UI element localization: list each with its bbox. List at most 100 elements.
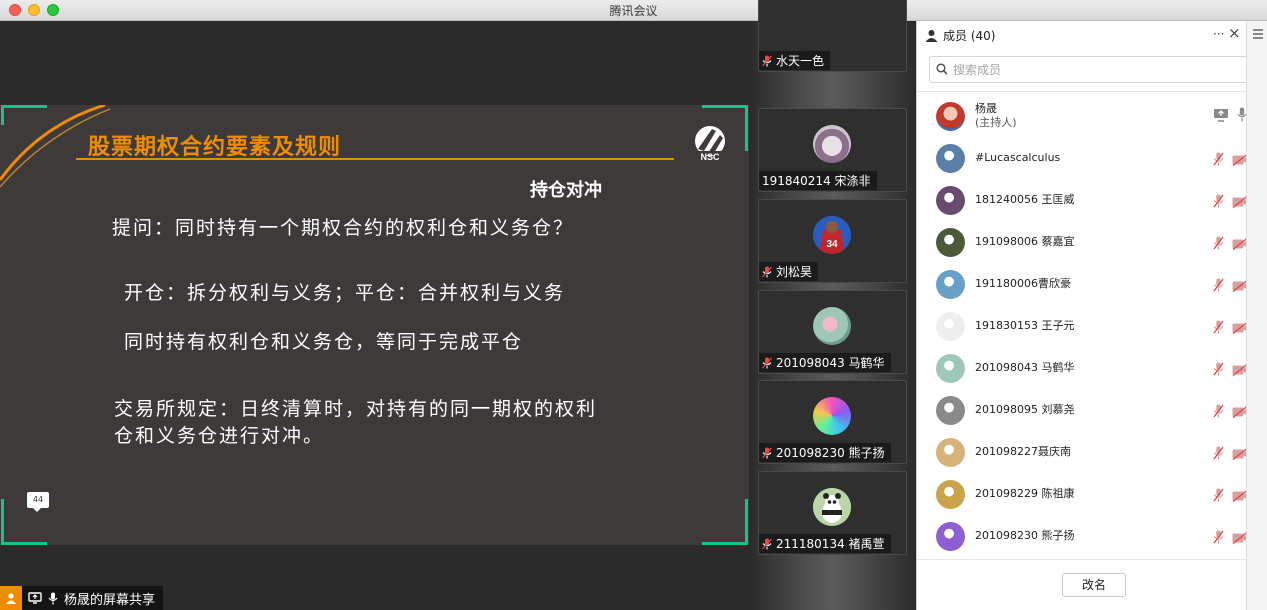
mic-muted-icon[interactable] <box>1213 487 1224 506</box>
slide-page-badge[interactable]: 44 <box>27 492 49 512</box>
mic-muted-icon[interactable] <box>1213 319 1224 338</box>
mic-muted-icon <box>762 55 772 67</box>
member-row[interactable]: 191098006 蔡嘉宜 <box>917 221 1249 263</box>
member-avatar <box>936 479 965 509</box>
member-row[interactable]: 191180006曹欣豪 <box>917 263 1249 305</box>
mic-muted-icon <box>762 357 772 369</box>
video-tile[interactable]: 34 刘松昊 <box>758 199 907 283</box>
more-options-button[interactable]: ··· <box>1213 27 1224 41</box>
screen-share-icon <box>28 592 42 604</box>
video-tile-label: 刘松昊 <box>759 262 819 281</box>
member-name: 191098006 蔡嘉宜 <box>975 235 1075 248</box>
member-list: 杨晟 (主持人) #Lucascalculus 181240056 王匡威 1910… <box>917 95 1249 557</box>
member-name: 杨晟 <box>975 102 997 115</box>
members-panel-footer: 改名 <box>917 559 1247 610</box>
mic-muted-icon <box>762 447 772 459</box>
member-name: 201098095 刘慕尧 <box>975 403 1075 416</box>
video-strip[interactable]: 水天一色 191840214 宋涤非 34 刘松昊 201098043 马鹤华 … <box>749 0 916 610</box>
video-tile[interactable]: 211180134 褚禹萱 <box>758 471 907 555</box>
mic-muted-icon[interactable] <box>1213 193 1224 212</box>
members-panel: 成员 (40) ··· × 杨晟 (主持人) #Lucascalculus 181… <box>916 21 1259 610</box>
slide-line-open-close: 开仓：拆分权利与义务；平仓：合并权利与义务 <box>124 282 566 304</box>
member-name: 201098227聂庆南 <box>975 445 1071 458</box>
screen-share-icon[interactable] <box>1213 107 1229 126</box>
video-tile-label: 201098043 马鹤华 <box>759 353 891 372</box>
mic-muted-icon[interactable] <box>1213 529 1224 548</box>
member-row[interactable]: 201098230 熊子扬 <box>917 515 1249 557</box>
person-icon <box>0 586 22 610</box>
member-avatar <box>936 521 965 551</box>
member-row[interactable]: 杨晟 (主持人) <box>917 95 1247 137</box>
video-tile[interactable]: 201098230 熊子扬 <box>758 380 907 464</box>
video-tile[interactable]: 水天一色 <box>758 0 907 72</box>
member-row[interactable]: 191830153 王子元 <box>917 305 1249 347</box>
member-row[interactable]: 201098043 马鹤华 <box>917 347 1249 389</box>
member-name: #Lucascalculus <box>975 151 1061 164</box>
side-toolbar <box>1246 21 1267 610</box>
video-tile-label: 191840214 宋涤非 <box>759 171 877 190</box>
member-avatar <box>936 269 965 299</box>
member-avatar <box>936 185 965 215</box>
video-tile-label: 水天一色 <box>759 51 831 70</box>
slide-title: 股票期权合约要素及规则 <box>88 135 342 160</box>
frame-corner-bottom-right <box>702 499 748 545</box>
member-name: 191180006曹欣豪 <box>975 277 1071 290</box>
video-tile-label: 211180134 褚禹萱 <box>759 534 891 553</box>
video-tile-name: 刘松昊 <box>776 265 813 279</box>
video-tile[interactable]: 201098043 马鹤华 <box>758 290 907 374</box>
mic-muted-icon <box>762 538 772 550</box>
mic-muted-icon[interactable] <box>1213 403 1224 422</box>
member-name: 201098229 陈祖康 <box>975 487 1075 500</box>
screen-share-label: 杨晟的屏幕共享 <box>0 586 164 610</box>
video-tile-name: 201098043 马鹤华 <box>776 356 885 370</box>
video-tile[interactable]: 191840214 宋涤非 <box>758 108 907 192</box>
members-panel-title: 成员 (40) <box>943 28 996 43</box>
video-tile-avatar: 34 <box>813 216 851 254</box>
slide-line-equivalent: 同时持有权利仓和义务仓，等同于完成平仓 <box>124 331 524 353</box>
video-tile-avatar <box>813 488 851 526</box>
member-row[interactable]: 181240056 王匡威 <box>917 179 1249 221</box>
svg-text:34: 34 <box>826 239 838 250</box>
member-name: 191830153 王子元 <box>975 319 1075 332</box>
video-tile-name: 191840214 宋涤非 <box>762 174 871 188</box>
slide-subtitle: 持仓对冲 <box>530 180 602 201</box>
video-tile-avatar <box>813 125 851 163</box>
member-search-box[interactable] <box>929 56 1259 83</box>
members-panel-header: 成员 (40) <box>917 21 1247 49</box>
screen-share-area: 股票期权合约要素及规则 NSC 持仓对冲 提问：同时持有一个期权合约的权利仓和义… <box>0 21 749 610</box>
frame-corner-top-left <box>1 105 47 125</box>
member-avatar <box>936 227 965 257</box>
rename-button[interactable]: 改名 <box>1062 573 1126 597</box>
mic-muted-icon[interactable] <box>1213 445 1224 464</box>
video-tile-name: 水天一色 <box>776 54 825 68</box>
member-avatar <box>936 395 965 425</box>
video-tile-name: 201098230 熊子扬 <box>776 446 885 460</box>
slide-line-question: 提问：同时持有一个期权合约的权利仓和义务仓？ <box>112 217 575 239</box>
title-bar: 腾讯会议 <box>0 0 1267 21</box>
mic-muted-icon[interactable] <box>1213 151 1224 170</box>
member-row[interactable]: 201098229 陈祖康 <box>917 473 1249 515</box>
window-title: 腾讯会议 <box>609 4 658 18</box>
member-row[interactable]: #Lucascalculus <box>917 137 1249 179</box>
member-search-input[interactable] <box>953 62 1223 77</box>
slide: 股票期权合约要素及规则 NSC 持仓对冲 提问：同时持有一个期权合约的权利仓和义… <box>0 105 749 545</box>
member-avatar <box>936 311 965 341</box>
member-role: (主持人) <box>975 116 1017 129</box>
mic-muted-icon[interactable] <box>1213 361 1224 380</box>
microphone-icon <box>48 592 58 605</box>
mic-muted-icon[interactable] <box>1213 277 1224 296</box>
panel-divider <box>917 91 1247 92</box>
mic-muted-icon[interactable] <box>1213 235 1224 254</box>
video-tile-avatar <box>813 307 851 345</box>
member-row[interactable]: 201098227聂庆南 <box>917 431 1249 473</box>
slide-line-exchange-rule-cont: 仓和义务仓进行对冲。 <box>114 425 325 447</box>
member-avatar <box>936 437 965 467</box>
menu-icon[interactable] <box>1253 29 1263 41</box>
member-row[interactable]: 201098095 刘慕尧 <box>917 389 1249 431</box>
member-avatar <box>936 143 965 173</box>
members-icon <box>925 29 938 42</box>
member-avatar <box>936 101 965 131</box>
close-panel-button[interactable]: × <box>1228 24 1241 42</box>
member-name: 201098230 熊子扬 <box>975 529 1075 542</box>
slide-line-exchange-rule: 交易所规定：日终清算时，对持有的同一期权的权利 <box>114 398 598 420</box>
